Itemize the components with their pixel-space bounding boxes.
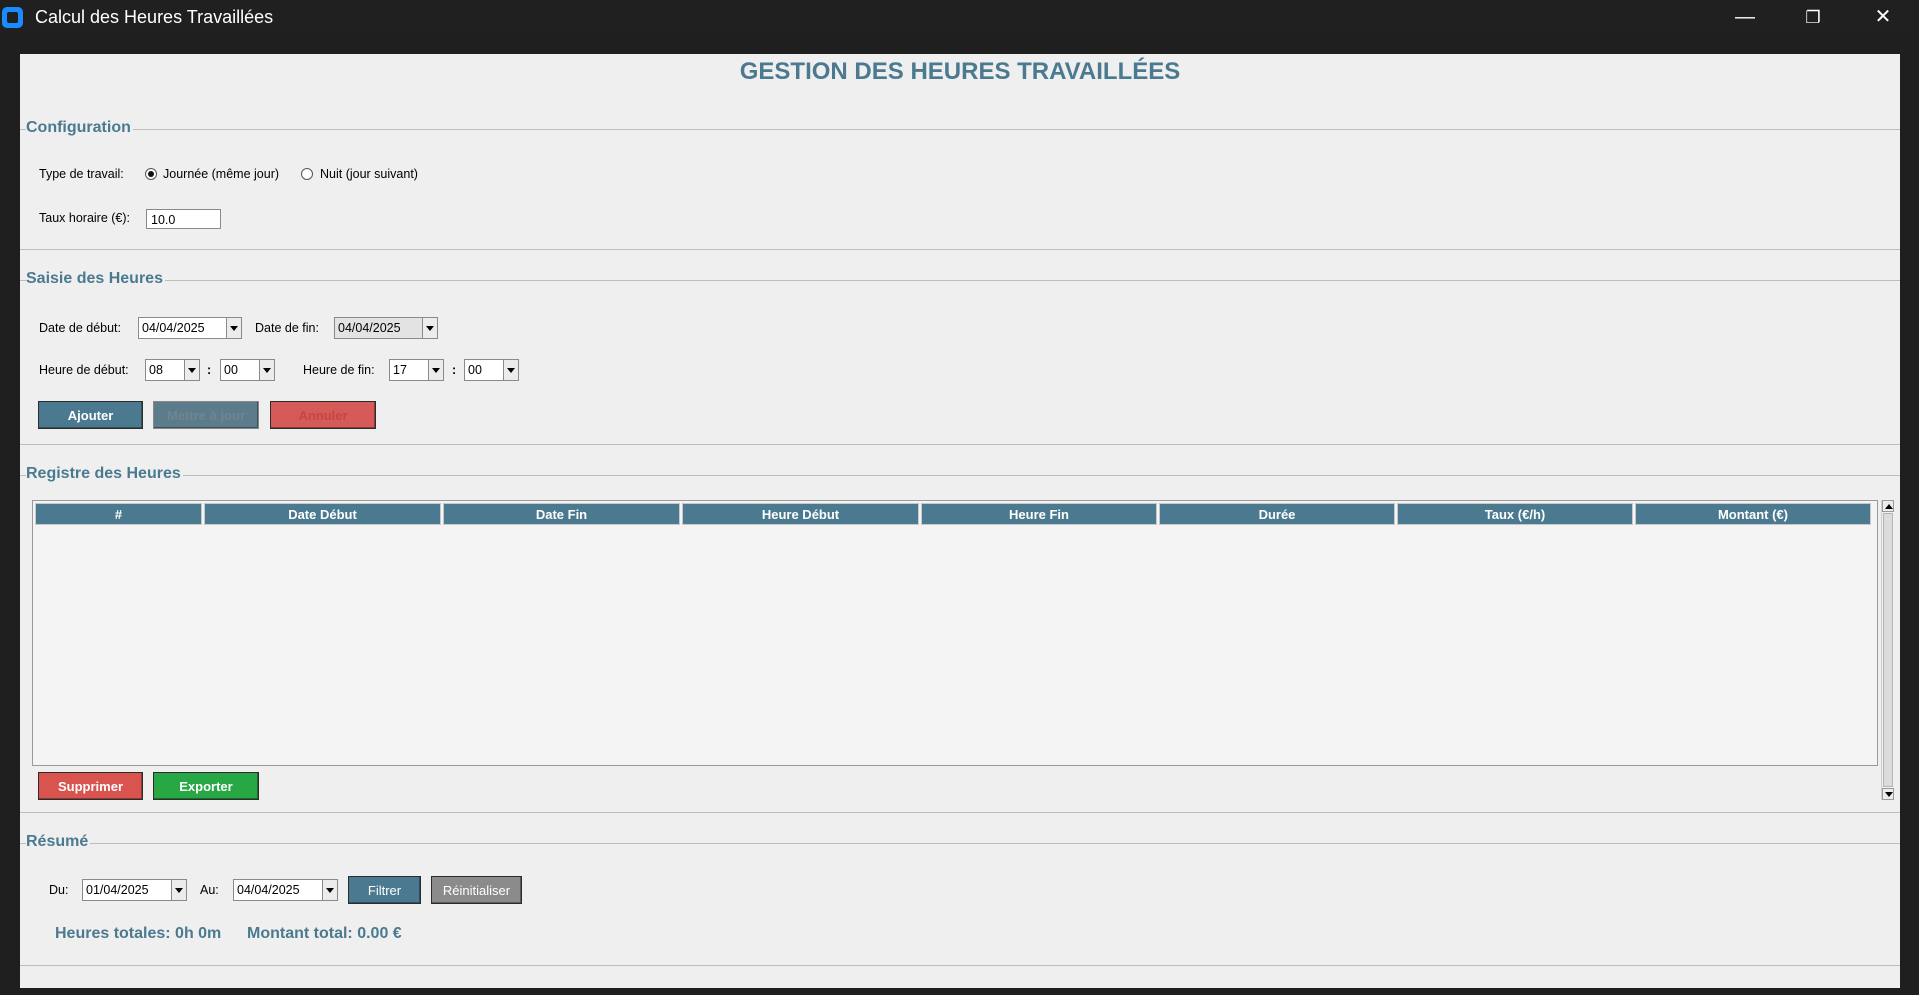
to-date-picker[interactable]: 04/04/2025 [233,879,338,901]
start-date-label: Date de début: [39,321,122,335]
end-date-value: 04/04/2025 [338,321,401,335]
add-button[interactable]: Ajouter [38,401,143,429]
column-header-start-date[interactable]: Date Début [204,503,441,525]
work-type-night-label[interactable]: Nuit (jour suivant) [320,167,418,181]
page-title: GESTION DES HEURES TRAVAILLÉES [739,58,1181,85]
end-hour-select[interactable]: 17 [389,359,444,381]
start-date-value: 04/04/2025 [142,321,205,335]
end-date-label: Date de fin: [255,321,319,335]
chevron-down-icon[interactable] [184,360,199,380]
app-icon [2,7,23,28]
close-button[interactable]: ✕ [1860,0,1906,35]
cancel-button[interactable]: Annuler [270,401,376,429]
table-header: # Date Début Date Fin Heure Début Heure … [35,503,1873,525]
column-header-index[interactable]: # [35,503,202,525]
start-hour-value: 08 [149,363,163,377]
summary-title: Résumé [26,832,91,852]
start-date-picker[interactable]: 04/04/2025 [138,317,242,339]
entry-title: Saisie des Heures [26,269,165,289]
minimize-button[interactable]: — [1722,0,1768,35]
reset-button[interactable]: Réinitialiser [431,876,522,904]
filter-button[interactable]: Filtrer [348,876,421,904]
window-title: Calcul des Heures Travaillées [35,7,274,27]
work-type-day-label[interactable]: Journée (même jour) [163,167,279,181]
column-header-end-date[interactable]: Date Fin [443,503,680,525]
end-time-label: Heure de fin: [303,363,375,377]
delete-button[interactable]: Supprimer [38,772,143,800]
column-header-end-time[interactable]: Heure Fin [921,503,1157,525]
from-date-picker[interactable]: 01/04/2025 [82,879,187,901]
hours-table[interactable]: # Date Début Date Fin Heure Début Heure … [32,500,1878,766]
scroll-up-arrow-icon[interactable] [1882,500,1894,512]
chevron-down-icon[interactable] [226,318,241,338]
chevron-down-icon[interactable] [503,360,518,380]
from-date-value: 01/04/2025 [86,883,149,897]
to-date-value: 04/04/2025 [237,883,300,897]
from-date-label: Du: [49,883,69,897]
end-minute-select[interactable]: 00 [464,359,519,381]
scroll-thumb[interactable] [1883,513,1893,787]
end-hour-value: 17 [393,363,407,377]
to-date-label: Au: [200,883,219,897]
vertical-scrollbar[interactable] [1881,500,1894,800]
start-minute-value: 00 [224,363,238,377]
app-client-area: GESTION DES HEURES TRAVAILLÉES Configura… [20,54,1900,988]
window-titlebar[interactable]: Calcul des Heures Travaillées — ❐ ✕ [0,0,1919,35]
register-section: Registre des Heures # Date Début Date Fi… [20,464,1900,813]
chevron-down-icon[interactable] [259,360,274,380]
summary-section: Résumé Du: 01/04/2025 Au: 04/04/2025 Fil… [20,832,1900,966]
update-button[interactable]: Mettre à jour [153,401,259,429]
hourly-rate-label: Taux horaire (€): [39,211,131,225]
column-header-duration[interactable]: Durée [1159,503,1395,525]
total-hours-label: Heures totales: 0h 0m [55,925,222,942]
work-type-day-radio[interactable] [145,168,157,180]
start-minute-select[interactable]: 00 [220,359,275,381]
column-header-start-time[interactable]: Heure Début [682,503,919,525]
chevron-down-icon[interactable] [171,880,186,900]
end-minute-value: 00 [468,363,482,377]
column-header-amount[interactable]: Montant (€) [1635,503,1871,525]
chevron-down-icon[interactable] [422,318,437,338]
column-header-rate[interactable]: Taux (€/h) [1397,503,1633,525]
start-hour-select[interactable]: 08 [145,359,200,381]
start-time-label: Heure de début: [39,363,129,377]
scroll-down-arrow-icon[interactable] [1882,788,1894,800]
end-date-picker[interactable]: 04/04/2025 [334,317,438,339]
total-amount-label: Montant total: 0.00 € [247,925,402,942]
configuration-section: Configuration Type de travail: Journée (… [20,118,1900,250]
restore-button[interactable]: ❐ [1790,0,1836,35]
end-time-separator: : [452,363,457,377]
hourly-rate-input[interactable]: 10.0 [146,209,221,229]
entry-section: Saisie des Heures Date de début: 04/04/2… [20,269,1900,445]
chevron-down-icon[interactable] [322,880,337,900]
start-time-separator: : [207,363,212,377]
export-button[interactable]: Exporter [153,772,259,800]
configuration-title: Configuration [26,118,133,138]
register-title: Registre des Heures [26,464,183,484]
work-type-night-radio[interactable] [301,168,313,180]
work-type-label: Type de travail: [39,167,124,181]
chevron-down-icon[interactable] [428,360,443,380]
